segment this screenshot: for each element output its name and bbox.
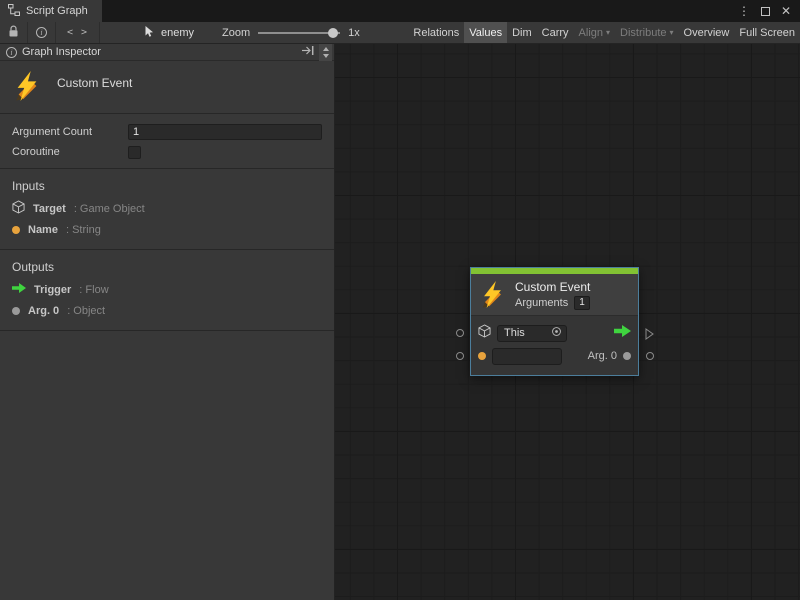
outputs-section: Outputs Trigger: Flow Arg. 0: Object — [0, 250, 334, 330]
graph-toolbar: i < > enemy Zoom 1x Relations — [0, 22, 800, 44]
info-icon: i — [6, 47, 17, 58]
values-button[interactable]: Values — [464, 22, 507, 43]
cursor-icon — [144, 25, 155, 41]
info-icon: i — [36, 27, 47, 38]
main-area: i Graph Inspector — [0, 44, 800, 600]
toolbar-buttons: Relations Values Dim Carry Align ▾ Distr… — [408, 22, 800, 43]
coroutine-row: Coroutine — [12, 142, 322, 162]
output-row-trigger: Trigger: Flow — [0, 279, 334, 300]
unity-script-graph-window: Script Graph ⋮ ✕ i < > — [0, 0, 800, 600]
lock-button[interactable] — [0, 22, 28, 43]
string-port-icon — [12, 226, 20, 234]
tab-bar: Script Graph ⋮ ✕ — [0, 0, 800, 22]
node-target-row: This — [478, 323, 631, 343]
graph-name-label: enemy — [161, 27, 194, 39]
cube-icon — [478, 324, 491, 343]
menu-icon[interactable]: ⋮ — [738, 4, 750, 18]
info-button[interactable]: i — [28, 22, 56, 43]
code-icon: < > — [67, 27, 88, 38]
graph-breadcrumb[interactable]: enemy — [144, 22, 194, 43]
tab-script-graph[interactable]: Script Graph — [0, 0, 102, 22]
node-title-block: Custom Event Arguments 1 — [515, 281, 590, 308]
arguments-label: Arguments — [515, 297, 568, 309]
lock-icon — [8, 25, 19, 41]
outputs-title: Outputs — [0, 250, 334, 279]
node-arguments-row: Arguments 1 — [515, 296, 590, 310]
stepper-down-icon[interactable] — [323, 54, 329, 58]
custom-event-node[interactable]: Custom Event Arguments 1 — [470, 267, 639, 376]
target-picker-icon[interactable] — [551, 326, 562, 340]
dim-button[interactable]: Dim — [507, 22, 537, 43]
unit-title: Custom Event — [57, 76, 132, 90]
cube-icon — [12, 200, 25, 217]
output-port-trigger[interactable] — [645, 327, 654, 345]
input-port-target[interactable] — [456, 329, 464, 337]
fullscreen-button[interactable]: Full Screen — [734, 22, 800, 43]
argument-count-label: Argument Count — [12, 126, 128, 138]
inspector-title: Graph Inspector — [22, 46, 101, 58]
flow-arrow-icon — [12, 283, 26, 296]
flow-arrow-icon — [614, 324, 631, 342]
argument-count-row: Argument Count — [12, 122, 322, 142]
arg0-output-label: Arg. 0 — [588, 350, 617, 362]
input-row-name: Name: String — [0, 219, 334, 240]
script-graph-icon — [8, 4, 20, 19]
zoom-label: Zoom — [222, 27, 250, 39]
graph-inspector-panel: i Graph Inspector — [0, 44, 335, 600]
inspector-header: i Graph Inspector — [0, 44, 334, 61]
name-input[interactable] — [492, 348, 562, 365]
inspector-empty-area — [0, 331, 334, 600]
node-name-row: Arg. 0 — [478, 346, 631, 366]
inspector-header-controls — [301, 44, 332, 61]
unit-fields: Argument Count Coroutine — [0, 114, 334, 168]
chevron-down-icon: ▾ — [670, 29, 674, 37]
string-port-icon[interactable] — [478, 352, 486, 360]
custom-event-icon — [12, 71, 42, 104]
inputs-section: Inputs Target: Game Object Name: String — [0, 169, 334, 249]
output-port-arg0[interactable] — [646, 352, 654, 360]
align-dropdown[interactable]: Align ▾ — [574, 22, 615, 43]
chevron-down-icon: ▾ — [606, 29, 610, 37]
expand-panel-icon[interactable] — [301, 45, 315, 59]
code-preview-button[interactable]: < > — [56, 22, 100, 43]
inspector-stepper[interactable] — [319, 44, 332, 61]
coroutine-label: Coroutine — [12, 146, 128, 158]
stepper-up-icon[interactable] — [323, 47, 329, 51]
node-title: Custom Event — [515, 280, 590, 294]
maximize-icon[interactable] — [761, 7, 770, 16]
object-port-icon — [12, 307, 20, 315]
close-icon[interactable]: ✕ — [781, 4, 791, 18]
relations-button[interactable]: Relations — [408, 22, 464, 43]
distribute-dropdown[interactable]: Distribute ▾ — [615, 22, 678, 43]
coroutine-checkbox[interactable] — [128, 146, 141, 159]
target-dropdown[interactable]: This — [497, 325, 567, 342]
graph-canvas[interactable]: Custom Event Arguments 1 — [335, 44, 800, 600]
node-body: This — [471, 316, 638, 375]
window-controls: ⋮ ✕ — [738, 0, 800, 22]
argument-count-input[interactable] — [128, 124, 322, 140]
inputs-title: Inputs — [0, 169, 334, 198]
input-row-target: Target: Game Object — [0, 198, 334, 219]
zoom-value: 1x — [348, 27, 360, 39]
custom-event-icon — [479, 281, 506, 308]
node-header[interactable]: Custom Event Arguments 1 — [471, 274, 638, 316]
zoom-slider-handle[interactable] — [328, 28, 338, 38]
overview-button[interactable]: Overview — [679, 22, 735, 43]
carry-button[interactable]: Carry — [537, 22, 574, 43]
arguments-count-field[interactable]: 1 — [574, 296, 590, 310]
zoom-slider[interactable] — [258, 27, 340, 39]
tab-label: Script Graph — [26, 5, 88, 17]
object-port-icon[interactable] — [623, 352, 631, 360]
unit-header: Custom Event — [0, 61, 334, 113]
output-row-arg0: Arg. 0: Object — [0, 300, 334, 321]
input-port-name[interactable] — [456, 352, 464, 360]
zoom-control: Zoom 1x — [222, 22, 360, 43]
